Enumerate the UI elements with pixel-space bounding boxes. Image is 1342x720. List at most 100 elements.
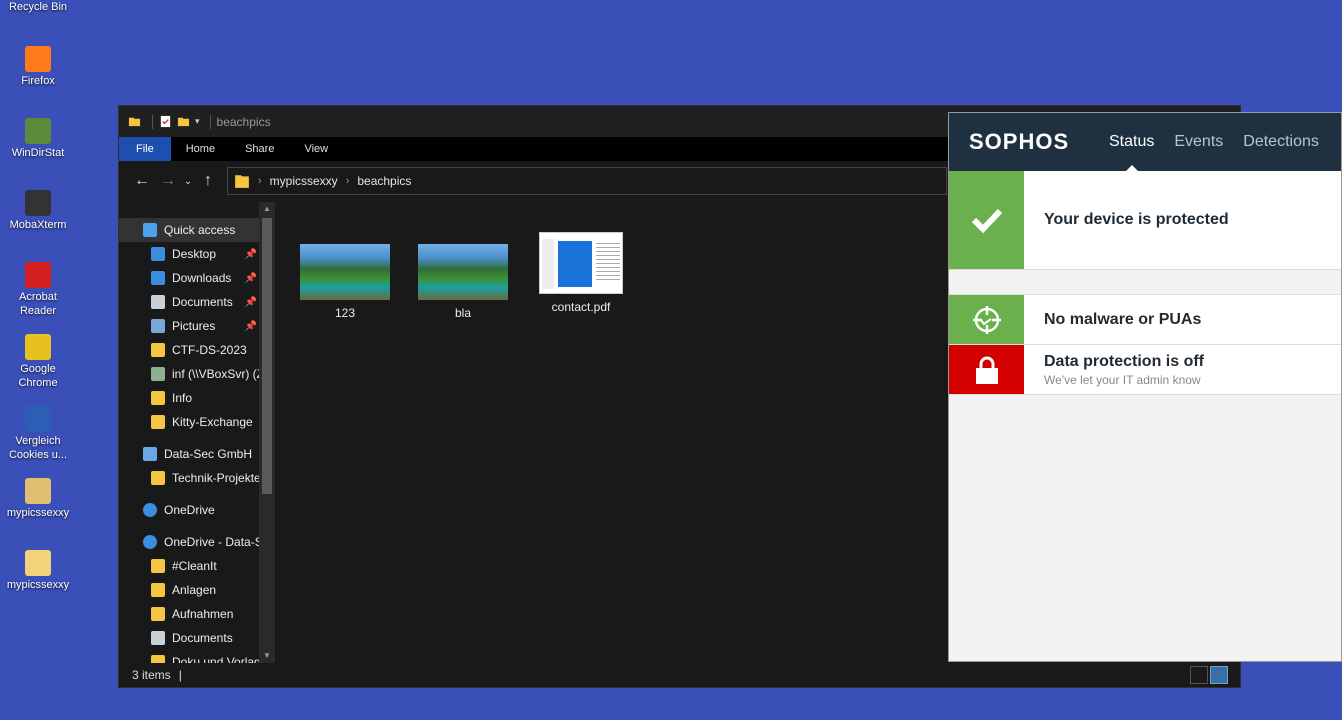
- folder-icon: [151, 559, 165, 573]
- image-thumbnail: [300, 244, 390, 300]
- nav-item[interactable]: Desktop 📌: [119, 242, 275, 266]
- desktop-icon-label: mypicssexxy: [6, 579, 70, 591]
- new-folder-icon[interactable]: [177, 115, 190, 128]
- nav-item[interactable]: #CleanIt: [119, 554, 275, 578]
- file-item[interactable]: contact.pdf: [531, 230, 631, 314]
- recent-locations-chevron-icon[interactable]: ⌄: [181, 176, 195, 187]
- nav-item[interactable]: Downloads 📌: [119, 266, 275, 290]
- folder-icon: [151, 607, 165, 621]
- folder-icon: [151, 415, 165, 429]
- desktop-icon[interactable]: WinDirStat: [2, 118, 74, 160]
- desktop-icon[interactable]: Recycle Bin: [2, 0, 74, 14]
- properties-icon[interactable]: [159, 115, 172, 128]
- forward-arrow-icon[interactable]: →: [155, 172, 181, 190]
- nav-item[interactable]: Kitty-Exchange: [119, 410, 275, 434]
- status-title: No malware or PUAs: [1044, 310, 1202, 328]
- app-icon: [25, 46, 51, 72]
- status-subtitle: We've let your IT admin know: [1044, 372, 1201, 387]
- nav-item[interactable]: Technik-Projekte: [119, 466, 275, 490]
- details-view-icon[interactable]: [1190, 666, 1208, 684]
- nav-item[interactable]: CTF-DS-2023: [119, 338, 275, 362]
- app-icon: [25, 118, 51, 144]
- desktop-icon[interactable]: Firefox: [2, 46, 74, 88]
- scroll-down-icon[interactable]: ▼: [259, 649, 275, 663]
- nav-item-label: Downloads: [172, 271, 232, 285]
- chevron-right-icon: ›: [258, 175, 262, 187]
- pictures-icon: [151, 319, 165, 333]
- desktop-icon[interactable]: mypicssexxy: [2, 550, 74, 592]
- desktop-icon-label: Acrobat Reader: [19, 291, 57, 317]
- folder-icon: [151, 471, 165, 485]
- tab-home[interactable]: Home: [171, 137, 230, 161]
- app-icon: [25, 190, 51, 216]
- nav-item-label: Pictures: [172, 319, 216, 333]
- app-icon: [25, 334, 51, 360]
- up-arrow-icon[interactable]: ↑: [195, 172, 221, 190]
- file-item[interactable]: bla: [413, 224, 513, 320]
- desktop-icon-label: Vergleich Cookies u...: [8, 435, 68, 461]
- nav-item-label: Documents: [172, 631, 233, 645]
- nav-scrollbar[interactable]: ▲ ▼: [259, 202, 275, 663]
- check-icon: [971, 208, 1002, 234]
- back-arrow-icon[interactable]: ←: [129, 172, 155, 190]
- desktop-icon: [151, 247, 165, 261]
- nav-item[interactable]: Pictures 📌: [119, 314, 275, 338]
- chevron-right-icon: ›: [345, 175, 350, 187]
- folder-icon: [128, 117, 141, 127]
- tab-view[interactable]: View: [289, 137, 343, 161]
- address-bar[interactable]: › mypicssexxy › beachpics: [227, 167, 947, 195]
- crosshair-icon: [972, 305, 1001, 334]
- desktop-icon[interactable]: Google Chrome: [2, 334, 74, 390]
- status-color-box: [949, 295, 1024, 344]
- pin-icon: 📌: [244, 272, 257, 284]
- status-bar: 3 items |: [119, 663, 1240, 687]
- file-item[interactable]: 123: [295, 224, 395, 320]
- status-row-data-protection[interactable]: Data protection is off We've let your IT…: [949, 345, 1341, 395]
- nav-item[interactable]: Aufnahmen: [119, 602, 275, 626]
- desktop-icon[interactable]: Vergleich Cookies u...: [2, 406, 74, 462]
- folder-icon: [151, 583, 165, 597]
- nav-item[interactable]: Documents 📌: [119, 290, 275, 314]
- tab-detections[interactable]: Detections: [1243, 133, 1319, 151]
- tab-status[interactable]: Status: [1109, 133, 1154, 171]
- nav-item[interactable]: OneDrive - Data-Sec: [119, 530, 275, 554]
- scroll-up-icon[interactable]: ▲: [259, 202, 275, 216]
- nav-item[interactable]: Data-Sec GmbH: [119, 442, 275, 466]
- nav-item-label: OneDrive: [164, 503, 215, 517]
- scroll-thumb[interactable]: [262, 218, 272, 494]
- desktop-icon-label: Google Chrome: [18, 363, 58, 389]
- tab-share[interactable]: Share: [230, 137, 289, 161]
- nav-item-label: Technik-Projekte: [172, 471, 261, 485]
- nav-item-label: Quick access: [164, 223, 236, 237]
- nav-item[interactable]: inf (\\VBoxSvr) (Z:): [119, 362, 275, 386]
- nav-item-label: #CleanIt: [172, 559, 217, 573]
- file-name: contact.pdf: [551, 300, 611, 314]
- nav-item[interactable]: OneDrive: [119, 498, 275, 522]
- sophos-panel: SOPHOS Status Events Detections Your dev…: [948, 112, 1342, 662]
- tab-events[interactable]: Events: [1174, 133, 1223, 151]
- nav-item[interactable]: Documents: [119, 626, 275, 650]
- desktop-icon[interactable]: mypicssexxy: [2, 478, 74, 520]
- nav-item-label: Anlagen: [172, 583, 217, 597]
- status-title: Data protection is off: [1044, 352, 1205, 370]
- nav-item[interactable]: Anlagen: [119, 578, 275, 602]
- desktop-icon[interactable]: MobaXterm: [2, 190, 74, 232]
- customize-toolbar-icon[interactable]: ▾: [195, 116, 200, 127]
- navigation-pane: Quick access Desktop 📌 Downloads 📌 Documents 📌…: [119, 202, 275, 663]
- nav-item-label: Aufnahmen: [172, 607, 234, 621]
- nav-item[interactable]: Quick access: [119, 218, 275, 242]
- desktop-icon-label: mypicssexxy: [6, 507, 70, 519]
- nav-item-label: Desktop: [172, 247, 217, 261]
- document-icon: [151, 295, 165, 309]
- app-icon: [25, 262, 51, 288]
- nav-item[interactable]: Info: [119, 386, 275, 410]
- desktop-icon[interactable]: Acrobat Reader: [2, 262, 74, 318]
- nav-item-label: Documents: [172, 295, 233, 309]
- large-icons-view-icon[interactable]: [1210, 666, 1228, 684]
- app-icon: [25, 478, 51, 504]
- breadcrumb-segment[interactable]: beachpics: [357, 174, 411, 188]
- nav-item[interactable]: Doku und Vorlagen: [119, 650, 275, 663]
- tab-file[interactable]: File: [119, 137, 171, 161]
- breadcrumb-segment[interactable]: mypicssexxy: [270, 174, 338, 188]
- pdf-thumbnail: [539, 232, 623, 294]
